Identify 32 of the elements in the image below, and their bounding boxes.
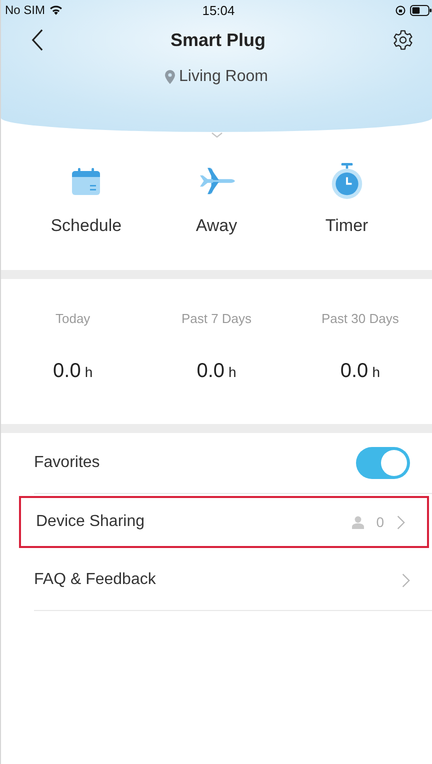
settings-button[interactable] [392, 29, 414, 51]
location-pin-icon [165, 70, 176, 84]
stat-label: Today [55, 311, 90, 326]
chevron-right-icon[interactable] [401, 572, 410, 588]
stat-label: Past 30 Days [322, 311, 399, 326]
stat-value: 0.0 [196, 360, 225, 383]
stat-value: 0.0 [340, 360, 368, 383]
wifi-icon [49, 4, 64, 16]
location-text: Living Room [179, 68, 268, 86]
favorites-toggle[interactable] [356, 447, 410, 479]
stat-unit: h [84, 364, 93, 380]
share-count: 0 [376, 514, 384, 530]
setting-label[interactable]: Device Sharing [36, 513, 144, 531]
setting-label: Favorites [34, 454, 100, 472]
mode-button[interactable]: Schedule [36, 162, 136, 270]
back-button[interactable] [31, 29, 44, 51]
setting-label[interactable]: FAQ & Feedback [34, 571, 156, 589]
battery-icon [410, 4, 432, 16]
mode-button[interactable]: Timer [296, 162, 397, 270]
stat-unit: h [372, 364, 380, 380]
stopwatch-icon [330, 162, 364, 200]
carrier-text: No SIM [5, 3, 46, 17]
clock-text: 15:04 [202, 2, 235, 18]
page-title: Smart Plug [170, 30, 266, 50]
stat-label: Past 7 Days [181, 311, 252, 326]
mode-button[interactable]: Away [166, 162, 266, 270]
person-icon [352, 516, 364, 528]
stat-unit: h [228, 364, 236, 380]
chevron-right-icon[interactable] [396, 514, 405, 530]
stat-value: 0.0 [53, 360, 81, 383]
chevron-down-icon[interactable] [210, 132, 222, 138]
rotation-lock-icon [394, 4, 406, 16]
